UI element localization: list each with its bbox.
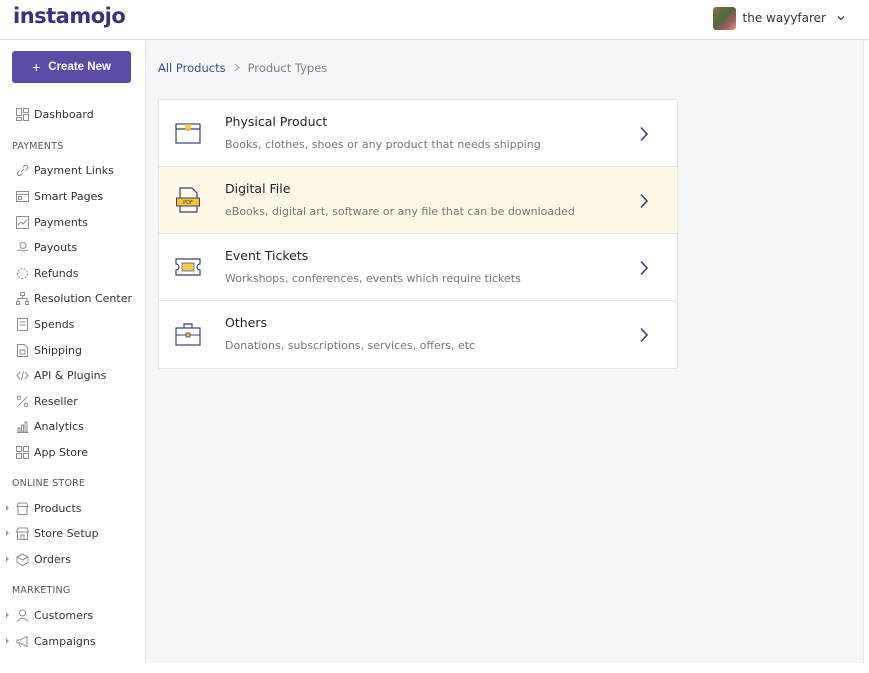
product-type-title: Physical Product (225, 114, 328, 129)
spends-icon (15, 317, 29, 331)
sidebar-item-campaigns[interactable]: Campaigns (0, 631, 145, 651)
analytics-icon (15, 419, 29, 433)
dashboard-icon (15, 107, 29, 121)
product-type-event-tickets[interactable]: Event Tickets Workshops, conferences, ev… (159, 234, 677, 301)
sidebar: + Create New Dashboard PAYMENTS Payment … (0, 40, 146, 663)
payments-chart-icon (15, 215, 29, 229)
product-type-description: Donations, subscriptions, services, offe… (225, 339, 476, 352)
chevron-right-icon[interactable] (639, 126, 649, 142)
sidebar-item-label: Smart Pages (34, 189, 104, 203)
sidebar-item-payments[interactable]: Payments (0, 212, 145, 232)
product-type-digital[interactable]: PDF Digital File eBooks, digital art, so… (159, 167, 677, 234)
chevron-right-icon[interactable] (639, 260, 649, 276)
briefcase-icon (175, 323, 201, 346)
section-marketing: MARKETING (12, 585, 71, 596)
create-new-button[interactable]: + Create New (12, 51, 131, 83)
sidebar-item-label: Customers (34, 608, 94, 622)
payouts-icon (15, 240, 29, 254)
main-content: All Products Product Types Physical Prod… (146, 40, 864, 663)
instamojo-logo[interactable]: instamojo (13, 4, 126, 34)
sidebar-item-products[interactable]: Products (0, 498, 145, 518)
caret-right-icon[interactable] (6, 556, 9, 562)
app-store-icon (15, 445, 29, 459)
sidebar-item-dashboard[interactable]: Dashboard (0, 104, 145, 124)
smart-pages-icon (15, 189, 29, 203)
sidebar-item-analytics[interactable]: Analytics (0, 416, 145, 436)
sidebar-item-resolution-center[interactable]: Resolution Center (0, 288, 145, 308)
shipping-icon (15, 343, 29, 357)
pdf-file-icon: PDF (176, 187, 200, 213)
sidebar-item-store-setup[interactable]: Store Setup (0, 523, 145, 543)
product-type-title: Others (225, 315, 268, 330)
sidebar-item-label: Refunds (34, 266, 79, 280)
product-type-list: Physical Product Books, clothes, shoes o… (158, 99, 678, 369)
section-payments: PAYMENTS (12, 141, 64, 152)
sidebar-item-payouts[interactable]: Payouts (0, 237, 145, 257)
sidebar-item-label: Payments (34, 215, 88, 229)
product-type-description: Books, clothes, shoes or any product tha… (225, 138, 541, 151)
percent-icon (15, 394, 29, 408)
megaphone-icon (15, 634, 29, 648)
sidebar-item-api-plugins[interactable]: API & Plugins (0, 365, 145, 385)
sidebar-item-smart-pages[interactable]: Smart Pages (0, 186, 145, 206)
chevron-down-icon[interactable] (836, 13, 846, 23)
product-type-description: eBooks, digital art, software or any fil… (225, 205, 575, 218)
caret-right-icon[interactable] (6, 505, 9, 511)
product-type-title: Event Tickets (225, 248, 309, 263)
sidebar-item-label: Campaigns (34, 634, 96, 648)
caret-right-icon[interactable] (6, 530, 9, 536)
sidebar-item-label: Shipping (34, 343, 82, 357)
store-icon (15, 501, 29, 515)
avatar[interactable] (712, 6, 736, 30)
resolution-center-icon (15, 291, 29, 305)
user-menu[interactable]: the wayyfarer (712, 6, 846, 30)
orders-icon (15, 552, 29, 566)
sidebar-item-label: Dashboard (34, 107, 94, 121)
sidebar-item-customers[interactable]: Customers (0, 605, 145, 625)
chevron-right-icon[interactable] (639, 193, 649, 209)
sidebar-item-reseller[interactable]: Reseller (0, 391, 145, 411)
box-icon (175, 123, 201, 144)
sidebar-item-shipping[interactable]: Shipping (0, 340, 145, 360)
caret-right-icon[interactable] (6, 612, 9, 618)
breadcrumb-current: Product Types (247, 61, 328, 75)
plus-icon: + (32, 59, 41, 75)
link-icon (15, 163, 29, 177)
sidebar-item-refunds[interactable]: Refunds (0, 263, 145, 283)
sidebar-item-payment-links[interactable]: Payment Links (0, 160, 145, 180)
sidebar-item-label: Spends (34, 317, 75, 331)
breadcrumb-all-products[interactable]: All Products (158, 61, 226, 75)
product-type-description: Workshops, conferences, events which req… (225, 272, 521, 285)
ticket-icon (175, 258, 201, 276)
top-bar: instamojo the wayyfarer (0, 0, 869, 40)
caret-right-icon[interactable] (6, 638, 9, 644)
create-new-label: Create New (48, 61, 111, 73)
sidebar-item-label: Products (34, 501, 82, 515)
product-type-title: Digital File (225, 181, 291, 196)
breadcrumb: All Products Product Types (158, 61, 327, 75)
breadcrumb-separator-icon (234, 62, 240, 75)
sidebar-item-label: Resolution Center (34, 291, 132, 305)
svg-text:PDF: PDF (183, 200, 193, 206)
section-online-store: ONLINE STORE (12, 478, 86, 489)
store-setup-icon (15, 526, 29, 540)
user-name[interactable]: the wayyfarer (743, 11, 826, 25)
sidebar-item-orders[interactable]: Orders (0, 549, 145, 569)
sidebar-item-label: Payouts (34, 240, 78, 254)
chevron-right-icon[interactable] (639, 327, 649, 343)
code-icon (15, 368, 29, 382)
refunds-icon (15, 266, 29, 280)
sidebar-item-label: Analytics (34, 419, 84, 433)
sidebar-item-label: Payment Links (34, 163, 114, 177)
product-type-others[interactable]: Others Donations, subscriptions, service… (159, 301, 677, 368)
sidebar-item-label: Store Setup (34, 526, 99, 540)
sidebar-item-label: API & Plugins (34, 368, 107, 382)
product-type-physical[interactable]: Physical Product Books, clothes, shoes o… (159, 100, 677, 167)
sidebar-item-spends[interactable]: Spends (0, 314, 145, 334)
sidebar-item-label: App Store (34, 445, 89, 459)
sidebar-item-app-store[interactable]: App Store (0, 442, 145, 462)
customers-icon (15, 608, 29, 622)
sidebar-item-label: Reseller (34, 394, 78, 408)
sidebar-item-label: Orders (34, 552, 71, 566)
